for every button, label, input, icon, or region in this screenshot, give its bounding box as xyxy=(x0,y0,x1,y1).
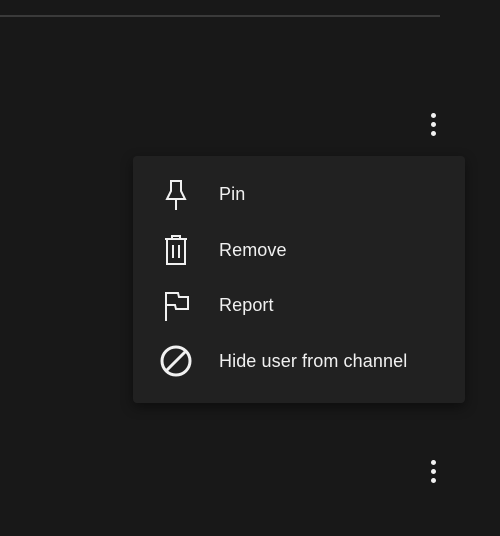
menu-item-label: Report xyxy=(219,295,274,316)
dot xyxy=(430,112,436,118)
menu-item-report[interactable]: Report xyxy=(133,278,465,334)
dot xyxy=(430,477,436,483)
block-icon xyxy=(159,344,193,378)
menu-item-label: Remove xyxy=(219,239,287,260)
menu-item-remove[interactable]: Remove xyxy=(133,223,465,279)
menu-item-hide-user[interactable]: Hide user from channel xyxy=(133,334,465,390)
divider xyxy=(0,15,440,17)
dot xyxy=(430,121,436,127)
comment-action-menu-button[interactable] xyxy=(421,109,445,139)
dot xyxy=(430,468,436,474)
flag-icon xyxy=(159,289,193,323)
dot xyxy=(430,459,436,465)
trash-icon xyxy=(159,233,193,267)
dot xyxy=(430,130,436,136)
pin-icon xyxy=(159,178,193,212)
menu-item-pin[interactable]: Pin xyxy=(133,167,465,223)
comments-panel: Pin Remove Report Hide user from channel xyxy=(0,0,500,536)
menu-item-label: Hide user from channel xyxy=(219,350,408,371)
comment-action-menu: Pin Remove Report Hide user from channel xyxy=(133,156,465,403)
menu-item-label: Pin xyxy=(219,184,246,205)
comment-action-menu-button[interactable] xyxy=(421,456,445,486)
